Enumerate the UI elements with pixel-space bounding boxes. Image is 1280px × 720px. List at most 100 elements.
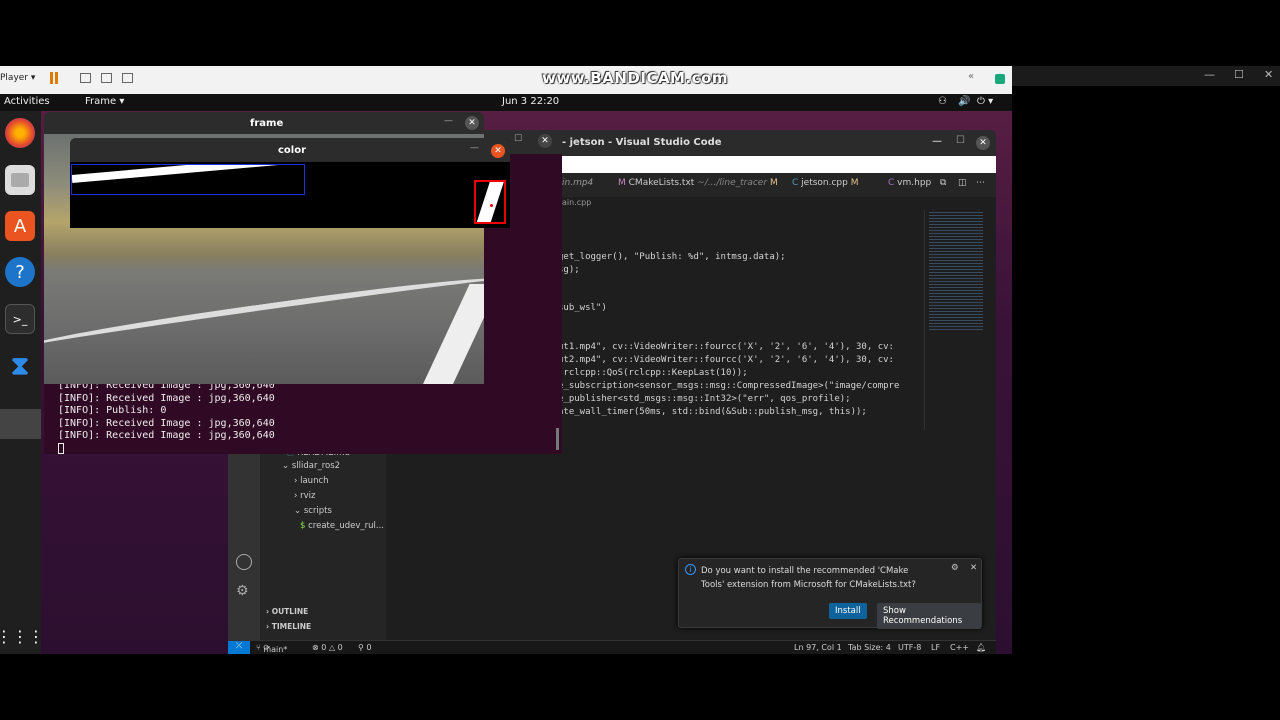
vscode-icon[interactable]: ⧗ [5,351,35,381]
color-title: color [278,145,307,156]
status-bar: ⤫ ⑂ main* ⟳ ⊗ 0 △ 0 ⚲ 0 Ln 97, Col 1 Tab… [228,640,996,654]
color-close-button[interactable]: ✕ [491,144,505,158]
detected-line-mask-right [476,182,504,222]
compare-icon[interactable]: ⧉ [940,178,946,188]
minimap[interactable] [924,210,986,430]
clock[interactable]: Jun 3 22:20 [502,96,559,107]
road-line-marking [44,270,484,356]
outline-label: OUTLINE [271,607,309,616]
explorer-item[interactable]: ⌄ sllidar_ros2 [282,461,340,471]
vscode-title: - jetson - Visual Studio Code [562,137,722,148]
firefox-icon[interactable] [5,118,35,148]
terminal-scrollbar[interactable] [556,428,559,450]
frame-close-button[interactable]: ✕ [465,116,479,130]
problems-status[interactable]: ⊗ 0 △ 0 [312,643,343,652]
cmake-file-icon: M [618,178,629,188]
tab-label: vm.hpp [897,178,932,188]
tab-in-mp4[interactable]: in.mp4 [562,178,593,188]
frame-titlebar: frame — ✕ [44,112,484,134]
activities-button[interactable]: Activities [4,96,50,107]
code-editor[interactable]: )get_logger(), "Publish: %d", intmsg.dat… [558,210,924,430]
explorer-item[interactable]: $ create_udev_rul... [300,521,384,531]
pause-icon[interactable] [50,72,58,84]
ubuntu-desktop: Activities Frame ▾ Jun 3 22:20 ⚇ 🔊 ⏻ ▾ A… [0,94,1012,654]
help-icon[interactable]: ? [5,257,35,287]
code-line: ut2.mp4", cv::VideoWriter::fourcc('X', '… [558,354,894,365]
code-line: e_subscription<sensor_msgs::msg::Compres… [558,380,900,391]
terminal-icon[interactable]: >_ [5,304,35,334]
ports-status[interactable]: ⚲ 0 [358,643,372,652]
collapse-icon[interactable]: « [968,71,974,82]
color-minimize-button[interactable]: — [470,143,479,153]
power-icon[interactable]: ⏻ ▾ [977,96,993,107]
player-menu[interactable]: Player ▾ [0,73,35,83]
tab-cmakelists[interactable]: M CMakeLists.txt ~/.../line_tracer M [618,178,778,188]
explorer-item-label: sllidar_ros2 [291,460,341,471]
install-button[interactable]: Install [829,603,867,619]
explorer-item[interactable]: › rviz [294,491,315,501]
software-icon[interactable]: A [5,211,35,241]
remote-indicator[interactable]: ⤫ [228,641,250,654]
code-line: get_logger(), "Publish: %d", intmsg.data… [558,251,786,262]
network-icon[interactable]: ⚇ [938,96,947,107]
notification-close-icon[interactable]: ✕ [970,563,977,573]
eol[interactable]: LF [931,643,940,652]
gnome-topbar: Activities Frame ▾ Jun 3 22:20 ⚇ 🔊 ⏻ ▾ [0,94,1012,111]
fullscreen-icon[interactable] [101,73,112,83]
network-icon[interactable] [80,73,91,83]
timeline-label: TIMELINE [271,622,312,631]
tab-label: jetson.cpp [801,178,848,188]
outline-section[interactable]: › OUTLINE [266,607,308,616]
explorer-item[interactable]: ⌄ scripts [294,506,332,516]
timeline-section[interactable]: › TIMELINE [266,622,311,631]
sh-icon: $ [300,521,309,531]
terminal-close-button[interactable]: ✕ [538,134,552,148]
account-icon[interactable] [236,554,252,570]
show-apps-icon[interactable]: ⋮⋮⋮ [0,621,44,651]
folder-open-icon: ⌄ [282,460,292,471]
close-button[interactable]: ✕ [976,136,990,150]
terminal-line: [INFO]: Received Image : jpg,360,640 [58,393,275,404]
show-recommendations-button[interactable]: Show Recommendations [877,603,981,629]
notifications-bell-icon[interactable]: 🔔︎ [976,643,986,652]
files-icon[interactable] [5,165,35,195]
tab-path: ~/.../line_tracer [697,178,768,188]
branch-status[interactable]: ⑂ main* ⟳ [256,643,287,654]
host-maximize-button[interactable]: ☐ [1234,68,1244,81]
info-icon: i [685,564,696,575]
tab-status: M [850,178,859,188]
breadcrumb-file[interactable]: ain.cpp [562,198,591,207]
manage-gear-icon[interactable]: ⚙ [236,583,249,599]
unity-icon[interactable] [122,73,133,83]
tab-size[interactable]: Tab Size: 4 [848,643,891,652]
more-actions-icon[interactable]: ⋯ [976,178,985,188]
host-minimize-button[interactable]: — [1204,68,1215,81]
notification-settings-icon[interactable]: ⚙ [951,563,959,573]
cpp-file-icon: C [792,178,802,188]
dock: A ? >_ ⧗ ⋮⋮⋮ [0,111,44,654]
host-close-button[interactable]: ✕ [1264,68,1273,81]
explorer-item[interactable]: › launch [294,476,329,486]
cmake-notification: i Do you want to install the recommended… [678,558,982,629]
library-icon[interactable] [995,74,1005,84]
volume-icon[interactable]: 🔊 [958,96,970,107]
cursor-position[interactable]: Ln 97, Col 1 [794,643,842,652]
tab-status: M [769,178,778,188]
detected-line-mask [72,165,304,183]
frame-minimize-button[interactable]: — [444,116,453,126]
encoding[interactable]: UTF-8 [898,643,921,652]
vmware-toolbar: Player ▾ « [0,66,1012,94]
branch-label: main* [263,645,288,654]
code-line: rclcpp::QoS(rclcpp::KeepLast(10)); [558,367,748,378]
split-editor-icon[interactable]: ◫ [958,178,967,188]
language-mode[interactable]: C++ [950,643,969,652]
tab-vm-hpp[interactable]: C vm.hpp [888,178,931,188]
terminal-maximize-button[interactable]: ☐ [514,134,522,144]
tab-jetson-cpp[interactable]: C jetson.cpp M [792,178,859,188]
explorer-item-label: rviz [300,490,316,501]
folder-open-icon: ⌄ [294,505,304,516]
frame-title: frame [250,118,284,129]
minimize-button[interactable]: — [932,136,942,147]
app-menu[interactable]: Frame ▾ [85,96,124,107]
maximize-button[interactable]: ☐ [956,135,965,146]
